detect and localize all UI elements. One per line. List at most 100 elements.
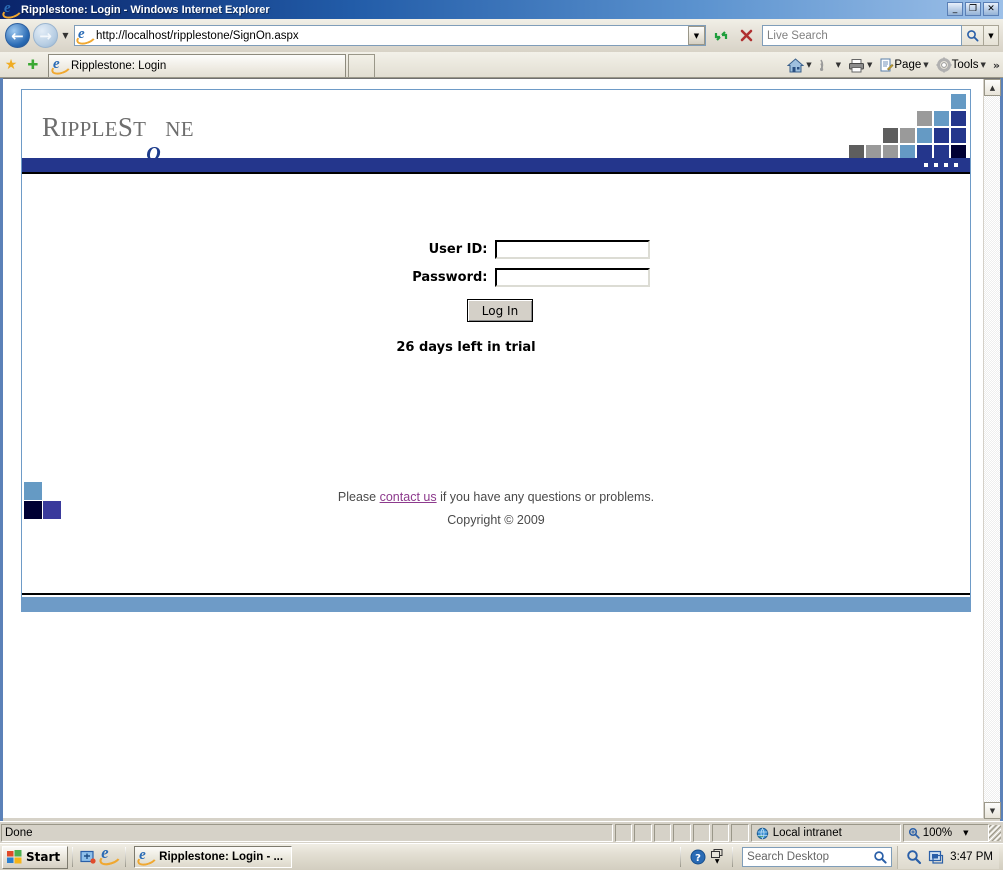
userid-input[interactable]: [494, 240, 650, 259]
window-switch-button[interactable]: ▼: [711, 849, 723, 865]
start-button[interactable]: Start: [2, 845, 69, 869]
address-input-container[interactable]: http://localhost/ripplestone/SignOn.aspx…: [74, 25, 706, 46]
logo-t: T: [133, 117, 147, 141]
decorative-bottom-blocks: [24, 482, 84, 522]
chevron-down-icon[interactable]: ▼: [836, 61, 841, 69]
chevron-down-icon[interactable]: ▼: [981, 61, 986, 69]
taskbar-item-ripplestone[interactable]: Ripplestone: Login - ...: [134, 846, 293, 868]
new-tab-button[interactable]: [348, 54, 375, 77]
trial-notice: 26 days left in trial: [396, 340, 536, 355]
search-go-button[interactable]: [962, 25, 984, 46]
tab-favicon-icon: [53, 56, 67, 73]
status-spacer-5: [692, 824, 710, 842]
help-question-icon[interactable]: ?: [690, 849, 706, 865]
page-header: RIPPLEST O NE: [22, 90, 970, 171]
password-row: Password:: [22, 268, 970, 287]
home-button[interactable]: ▼: [785, 54, 816, 76]
stair-block: [951, 111, 966, 126]
footer-rule: [22, 593, 970, 595]
status-spacer-7: [731, 824, 749, 842]
forward-arrow-icon[interactable]: →: [33, 23, 58, 48]
header-underline: [22, 172, 970, 174]
ripplestone-logo: RIPPLEST O NE: [42, 112, 194, 171]
chevron-down-icon[interactable]: ▼: [806, 61, 811, 69]
star-icon: ★: [4, 57, 18, 73]
gear-icon: [936, 57, 952, 73]
back-arrow-icon[interactable]: ←: [5, 23, 30, 48]
page-viewport: RIPPLEST O NE User ID: Password: Log In …: [3, 78, 1001, 819]
search-dropdown-button[interactable]: ▼: [984, 25, 999, 46]
network-icon[interactable]: [928, 849, 944, 865]
userid-label: User ID:: [428, 242, 488, 257]
show-desktop-button[interactable]: [77, 846, 99, 868]
magnifier-icon[interactable]: [873, 850, 887, 864]
globe-icon: [756, 827, 768, 840]
page-icon: [880, 58, 894, 71]
quicklaunch-ie-button[interactable]: [99, 845, 121, 868]
login-button[interactable]: Log In: [467, 299, 533, 322]
address-dropdown-button[interactable]: ▼: [688, 26, 705, 45]
command-overflow-icon[interactable]: »: [993, 59, 1000, 72]
clock-area[interactable]: 3:47 PM: [897, 845, 999, 869]
chevron-down-icon[interactable]: ▼: [58, 31, 73, 40]
scroll-up-button[interactable]: ▲: [984, 79, 1001, 96]
stair-block: [934, 128, 949, 143]
band-dots: [924, 163, 958, 167]
refresh-button[interactable]: [709, 24, 732, 47]
stair-block: [951, 94, 966, 109]
status-spacer-2: [634, 824, 652, 842]
favorites-center-button[interactable]: ★: [0, 53, 22, 77]
scroll-down-button[interactable]: ▼: [984, 802, 1001, 819]
command-bar: ▼ ▼ ▼ Page ▼ Tools ▼ »: [785, 53, 1003, 77]
rss-feed-icon: [819, 59, 823, 71]
ie-icon: [101, 845, 119, 866]
password-input[interactable]: [494, 268, 650, 287]
status-text: Done: [1, 824, 613, 842]
minimize-button[interactable]: _: [947, 2, 963, 16]
chevron-down-icon[interactable]: ▼: [715, 859, 720, 865]
footer-block: [43, 501, 61, 519]
add-to-favorites-button[interactable]: ✚: [22, 53, 44, 77]
tools-menu-button[interactable]: Tools ▼: [934, 54, 991, 76]
show-desktop-icon: [80, 850, 96, 864]
print-button[interactable]: ▼: [846, 54, 877, 76]
desktop-search-placeholder: Search Desktop: [747, 851, 829, 863]
zoom-dropdown-icon[interactable]: ▼: [963, 829, 968, 837]
chevron-down-icon[interactable]: ▼: [923, 61, 928, 69]
security-zone-panel[interactable]: Local intranet: [750, 824, 901, 842]
search-input[interactable]: Live Search: [762, 25, 962, 46]
contact-prefix: Please: [337, 490, 380, 504]
footer-bar: [22, 597, 970, 611]
zoom-level: 100%: [922, 827, 953, 839]
feeds-button[interactable]: ▼: [817, 54, 846, 76]
windows-logo-icon: [7, 850, 22, 864]
magnifier-icon[interactable]: [906, 849, 922, 865]
stop-icon: [740, 29, 753, 42]
resize-grip[interactable]: [988, 824, 1002, 841]
stair-block: [917, 111, 932, 126]
tab-ripplestone-login[interactable]: Ripplestone: Login: [48, 54, 346, 77]
contact-us-link[interactable]: contact us: [380, 490, 437, 504]
vertical-scrollbar[interactable]: ▲ ▼: [983, 79, 1001, 819]
status-bar: Done Local intranet 100% ▼: [0, 821, 1003, 843]
footer-block: [24, 501, 42, 519]
logo-ipple: IPPLE: [60, 117, 118, 141]
page-menu-button[interactable]: Page ▼: [877, 54, 933, 76]
tab-label: Ripplestone: Login: [71, 60, 167, 72]
close-button[interactable]: ✕: [983, 2, 999, 16]
zoom-panel[interactable]: 100% ▼: [902, 824, 989, 842]
tab-bar: ★ ✚ Ripplestone: Login ▼: [0, 52, 1003, 78]
desktop-search-input[interactable]: Search Desktop: [742, 847, 893, 867]
status-spacer-3: [653, 824, 672, 842]
stop-button[interactable]: [735, 24, 758, 47]
print-icon: [849, 58, 864, 72]
band-dot: [944, 163, 948, 167]
band-dot: [954, 163, 958, 167]
header-accent-band: [22, 158, 970, 172]
contact-suffix: if you have any questions or problems.: [436, 490, 655, 504]
taskbar-separator-1: [72, 847, 74, 867]
maximize-button[interactable]: ❐: [965, 2, 981, 16]
status-spacer-6: [711, 824, 730, 842]
chevron-down-icon[interactable]: ▼: [867, 61, 872, 69]
decorative-stair-blocks: [849, 94, 967, 160]
